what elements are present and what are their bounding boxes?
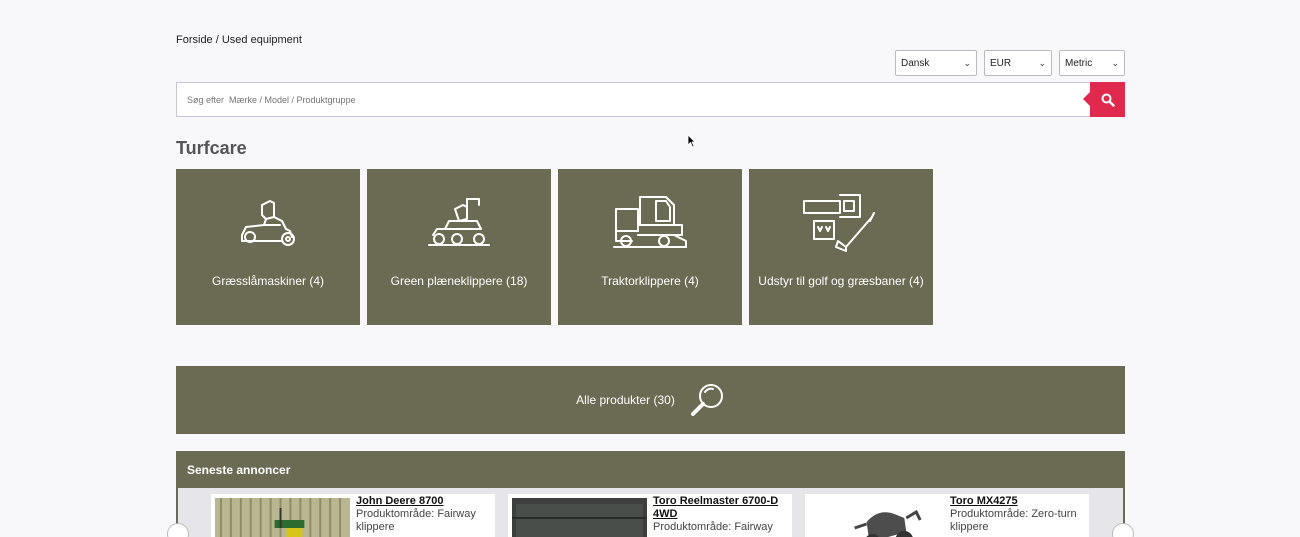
golf-equipment-icon <box>802 191 880 255</box>
latest-listings-header: Seneste annoncer <box>187 462 291 477</box>
listing-photo <box>809 498 945 537</box>
units-select-value: Metric <box>1065 57 1093 69</box>
category-tile-golf-equipment[interactable]: Udstyr til golf og græsbaner (4) <box>749 169 933 325</box>
listing-title[interactable]: John Deere 8700 <box>356 495 495 508</box>
latest-listings-carousel: John Deere 8700 Produktområde: Fairway k… <box>167 488 1134 537</box>
tractor-mower-icon <box>612 191 688 255</box>
language-select[interactable]: Dansk ⌄ <box>895 50 977 76</box>
category-label: Græsslåmaskiner (4) <box>211 274 325 288</box>
listing-card[interactable]: John Deere 8700 Produktområde: Fairway k… <box>211 494 495 537</box>
category-tile-greens-mowers[interactable]: Green plæneklippere (18) <box>367 169 551 325</box>
category-tile-lawn-mowers[interactable]: Græsslåmaskiner (4) <box>176 169 360 325</box>
all-products-button[interactable]: Alle produkter (30) <box>176 366 1125 434</box>
listing-photo <box>512 498 648 537</box>
category-tiles: Græsslåmaskiner (4) Green plæneklippere … <box>176 169 933 325</box>
category-tile-tractor-mowers[interactable]: Traktorklippere (4) <box>558 169 742 325</box>
listing-card[interactable]: Toro MX4275 Produktområde: Zero-turn kli… <box>805 494 1089 537</box>
category-label: Green plæneklippere (18) <box>390 274 528 288</box>
all-products-label: Alle produkter (30) <box>576 393 675 407</box>
search-bar <box>176 82 1125 117</box>
carousel-prev-button[interactable] <box>167 523 189 537</box>
currency-select-value: EUR <box>990 57 1012 69</box>
category-label: Udstyr til golf og græsbaner (4) <box>758 274 924 288</box>
category-label: Traktorklippere (4) <box>601 274 699 288</box>
breadcrumb-current: Used equipment <box>221 34 302 46</box>
chevron-down-icon: ⌄ <box>1038 57 1046 68</box>
listing-product-area: Produktområde: Fairway <box>653 521 773 533</box>
riding-mower-icon <box>236 191 300 255</box>
listing-product-area: Produktområde: Fairway klippere <box>356 508 476 533</box>
listing-title[interactable]: Toro MX4275 <box>950 495 1089 508</box>
greens-mower-icon <box>427 191 491 255</box>
chevron-down-icon: ⌄ <box>1111 57 1119 68</box>
units-select[interactable]: Metric ⌄ <box>1059 50 1125 76</box>
breadcrumb: Forside / Used equipment <box>176 34 302 46</box>
breadcrumb-separator: / <box>212 34 222 46</box>
search-input[interactable] <box>177 83 1124 116</box>
listing-title[interactable]: Toro Reelmaster 6700-D 4WD <box>653 495 792 521</box>
currency-select[interactable]: EUR ⌄ <box>984 50 1052 76</box>
listing-photo <box>215 498 351 537</box>
preference-selectors: Dansk ⌄ EUR ⌄ Metric ⌄ <box>895 50 1125 76</box>
breadcrumb-home-link[interactable]: Forside <box>176 34 213 46</box>
cursor-icon <box>687 134 696 148</box>
listing-card[interactable]: Toro Reelmaster 6700-D 4WD Produktområde… <box>508 494 792 537</box>
latest-listings: Seneste annoncer John Deere 8700 Produkt… <box>167 451 1134 537</box>
search-icon <box>1101 93 1115 107</box>
listing-product-area: Produktområde: Zero-turn klippere <box>950 508 1077 533</box>
section-title: Turfcare <box>176 138 247 158</box>
carousel-next-button[interactable] <box>1112 523 1134 537</box>
chevron-down-icon: ⌄ <box>963 57 971 68</box>
search-button[interactable] <box>1083 82 1125 117</box>
magnifier-icon <box>690 384 723 416</box>
language-select-value: Dansk <box>901 57 930 69</box>
